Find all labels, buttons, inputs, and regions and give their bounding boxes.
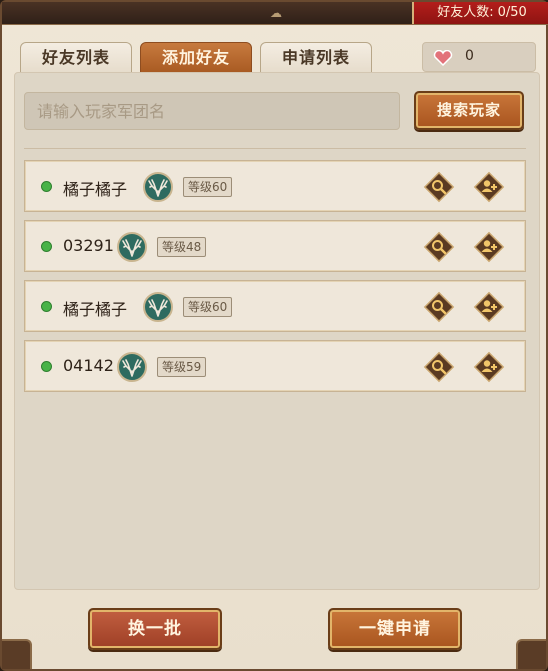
- hearts-value: 0: [465, 48, 474, 64]
- level-badge: 等级48: [157, 237, 207, 257]
- player-row: 04142 等级59: [24, 340, 526, 392]
- tab-friends-list[interactable]: 好友列表: [20, 42, 132, 74]
- view-profile-magnifier-icon[interactable]: [423, 291, 455, 323]
- search-player-button[interactable]: 搜索玩家: [414, 91, 524, 130]
- apply-all-button[interactable]: 一键申请: [328, 608, 462, 650]
- search-input[interactable]: [24, 92, 400, 130]
- level-badge: 等级60: [183, 297, 233, 317]
- online-status-dot: [41, 361, 52, 372]
- player-row: 03291 等级48: [24, 220, 526, 272]
- player-row: 橘子橘子 等级60: [24, 160, 526, 212]
- player-name: 橘子橘子: [63, 300, 128, 319]
- tab-add-friend[interactable]: 添加好友: [140, 42, 252, 74]
- friends-count-value: 0/50: [497, 5, 527, 20]
- friends-count-label: 好友人数:: [437, 5, 494, 20]
- player-row: 橘子橘子 等级60: [24, 280, 526, 332]
- add-friend-icon[interactable]: [473, 291, 505, 323]
- hearts-counter: 0: [422, 42, 536, 72]
- level-badge: 等级59: [157, 357, 207, 377]
- player-name: 04142: [63, 356, 114, 375]
- refresh-batch-button[interactable]: 换一批: [88, 608, 222, 650]
- deer-avatar-icon: [143, 292, 173, 322]
- add-friend-icon[interactable]: [473, 231, 505, 263]
- online-status-dot: [41, 241, 52, 252]
- corner-ornament: [2, 639, 32, 669]
- player-name: 03291: [63, 236, 114, 255]
- view-profile-magnifier-icon[interactable]: [423, 231, 455, 263]
- friends-window: ☁ 好友人数:0/50 好友列表 添加好友 申请列表 0 搜索玩家 橘子橘子 等…: [0, 0, 548, 671]
- view-profile-magnifier-icon[interactable]: [423, 351, 455, 383]
- view-profile-magnifier-icon[interactable]: [423, 171, 455, 203]
- player-name: 橘子橘子: [63, 180, 128, 199]
- online-status-dot: [41, 301, 52, 312]
- add-friend-icon[interactable]: [473, 351, 505, 383]
- deer-avatar-icon: [117, 352, 147, 382]
- online-status-dot: [41, 181, 52, 192]
- add-friend-icon[interactable]: [473, 171, 505, 203]
- deer-avatar-icon: [143, 172, 173, 202]
- level-badge: 等级60: [183, 177, 233, 197]
- friends-count-badge: 好友人数: 0/50: [412, 2, 548, 24]
- divider: [24, 148, 526, 149]
- cloud-ornament-icon: ☁: [270, 6, 282, 20]
- deer-avatar-icon: [117, 232, 147, 262]
- heart-icon: [433, 50, 453, 66]
- window-title-bar: ☁ 好友人数: 0/50: [2, 2, 548, 25]
- corner-ornament: [516, 639, 546, 669]
- tab-requests-list[interactable]: 申请列表: [260, 42, 372, 74]
